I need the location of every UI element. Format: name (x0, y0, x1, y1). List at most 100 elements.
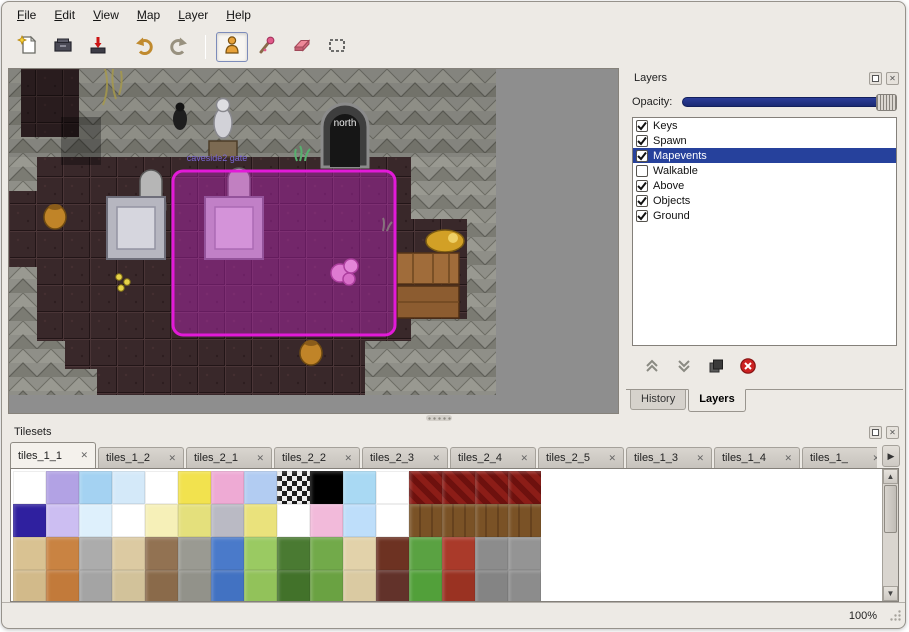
tile[interactable] (13, 504, 46, 537)
delete-layer-button[interactable] (738, 358, 758, 378)
tab-close-icon[interactable]: ✕ (256, 453, 264, 464)
tile[interactable] (244, 504, 277, 537)
tile[interactable] (277, 504, 310, 537)
tab-close-icon[interactable]: ✕ (872, 453, 877, 464)
menu-item-edit[interactable]: Edit (45, 4, 84, 26)
tile[interactable] (211, 537, 244, 570)
tileset-tab-tiles_2_3[interactable]: tiles_2_3✕ (362, 447, 448, 468)
tileset-scrollbar[interactable]: ▲ ▼ (882, 469, 898, 601)
tile[interactable] (442, 471, 475, 504)
tile[interactable] (211, 570, 244, 602)
layer-row-walkable[interactable]: Walkable (633, 163, 896, 178)
tab-scroll-right-button[interactable]: ▶ (882, 445, 900, 467)
tile[interactable] (442, 504, 475, 537)
selection-overlay[interactable] (173, 171, 395, 335)
tile[interactable] (145, 471, 178, 504)
menu-item-layer[interactable]: Layer (169, 4, 217, 26)
tile[interactable] (46, 504, 79, 537)
new-file-button[interactable] (12, 32, 44, 62)
tileset-tab-tiles_2_1[interactable]: tiles_2_1✕ (186, 447, 272, 468)
tile[interactable] (244, 471, 277, 504)
tile[interactable] (277, 537, 310, 570)
tileset-tab-tiles_2_4[interactable]: tiles_2_4✕ (450, 447, 536, 468)
tile[interactable] (475, 471, 508, 504)
tile[interactable] (145, 570, 178, 602)
tab-close-icon[interactable]: ✕ (608, 453, 616, 464)
tile[interactable] (211, 471, 244, 504)
tile[interactable] (310, 537, 343, 570)
tile[interactable] (409, 471, 442, 504)
layer-visibility-checkbox[interactable] (636, 165, 648, 177)
tileset-tab-tiles_1_1[interactable]: tiles_1_1✕ (10, 442, 96, 468)
tile[interactable] (79, 504, 112, 537)
tile[interactable] (178, 570, 211, 602)
tile[interactable] (409, 570, 442, 602)
tile[interactable] (13, 471, 46, 504)
splitter-grip[interactable] (426, 415, 452, 421)
tab-close-icon[interactable]: ✕ (696, 453, 704, 464)
menu-item-file[interactable]: File (8, 4, 45, 26)
eraser-tool-button[interactable] (286, 32, 318, 62)
menu-item-view[interactable]: View (84, 4, 128, 26)
tile[interactable] (244, 537, 277, 570)
tile[interactable] (46, 471, 79, 504)
tile[interactable] (112, 537, 145, 570)
tile[interactable] (343, 570, 376, 602)
layer-visibility-checkbox[interactable] (636, 195, 648, 207)
tile[interactable] (376, 471, 409, 504)
tile[interactable] (409, 537, 442, 570)
tile[interactable] (376, 537, 409, 570)
layer-visibility-checkbox[interactable] (636, 150, 648, 162)
tile[interactable] (442, 570, 475, 602)
tile[interactable] (112, 504, 145, 537)
resize-grip[interactable] (889, 609, 902, 625)
scroll-down-button[interactable]: ▼ (883, 586, 898, 601)
tileset-tab-tiles_2_5[interactable]: tiles_2_5✕ (538, 447, 624, 468)
tile[interactable] (178, 471, 211, 504)
tile[interactable] (343, 471, 376, 504)
layer-row-above[interactable]: Above (633, 178, 896, 193)
layer-visibility-checkbox[interactable] (636, 180, 648, 192)
close-tilesets-button[interactable]: ✕ (886, 426, 899, 439)
layer-visibility-checkbox[interactable] (636, 135, 648, 147)
tile[interactable] (178, 537, 211, 570)
tile[interactable] (277, 471, 310, 504)
close-panel-button[interactable]: ✕ (886, 72, 899, 85)
tab-close-icon[interactable]: ✕ (520, 453, 528, 464)
tile[interactable] (343, 504, 376, 537)
tile[interactable] (79, 570, 112, 602)
tileset-tab-tiles_1_[interactable]: tiles_1_✕ (802, 447, 877, 468)
raise-layer-button[interactable] (642, 358, 662, 378)
tab-close-icon[interactable]: ✕ (80, 450, 88, 461)
tab-close-icon[interactable]: ✕ (344, 453, 352, 464)
menu-item-map[interactable]: Map (128, 4, 169, 26)
layer-visibility-checkbox[interactable] (636, 120, 648, 132)
redo-button[interactable] (163, 32, 195, 62)
opacity-slider-handle[interactable] (876, 94, 897, 111)
tileset-tab-tiles_1_4[interactable]: tiles_1_4✕ (714, 447, 800, 468)
scroll-up-button[interactable]: ▲ (883, 469, 898, 484)
float-panel-button[interactable] (869, 72, 882, 85)
undo-button[interactable] (128, 32, 160, 62)
tile[interactable] (343, 537, 376, 570)
horizontal-splitter[interactable] (2, 414, 905, 422)
tile[interactable] (211, 504, 244, 537)
duplicate-layer-button[interactable] (706, 358, 726, 378)
float-tilesets-button[interactable] (869, 426, 882, 439)
tile[interactable] (376, 504, 409, 537)
tile[interactable] (46, 570, 79, 602)
ink-tool-button[interactable] (251, 32, 283, 62)
tile[interactable] (145, 537, 178, 570)
tile[interactable] (244, 570, 277, 602)
tile[interactable] (508, 504, 541, 537)
layer-row-mapevents[interactable]: Mapevents (633, 148, 896, 163)
save-button[interactable] (82, 32, 114, 62)
tile[interactable] (508, 471, 541, 504)
tile[interactable] (112, 570, 145, 602)
tile[interactable] (376, 570, 409, 602)
opacity-slider[interactable] (682, 97, 897, 107)
lower-layer-button[interactable] (674, 358, 694, 378)
person-tool-button[interactable] (216, 32, 248, 62)
tile[interactable] (508, 570, 541, 602)
dock-tab-layers[interactable]: Layers (688, 389, 745, 412)
